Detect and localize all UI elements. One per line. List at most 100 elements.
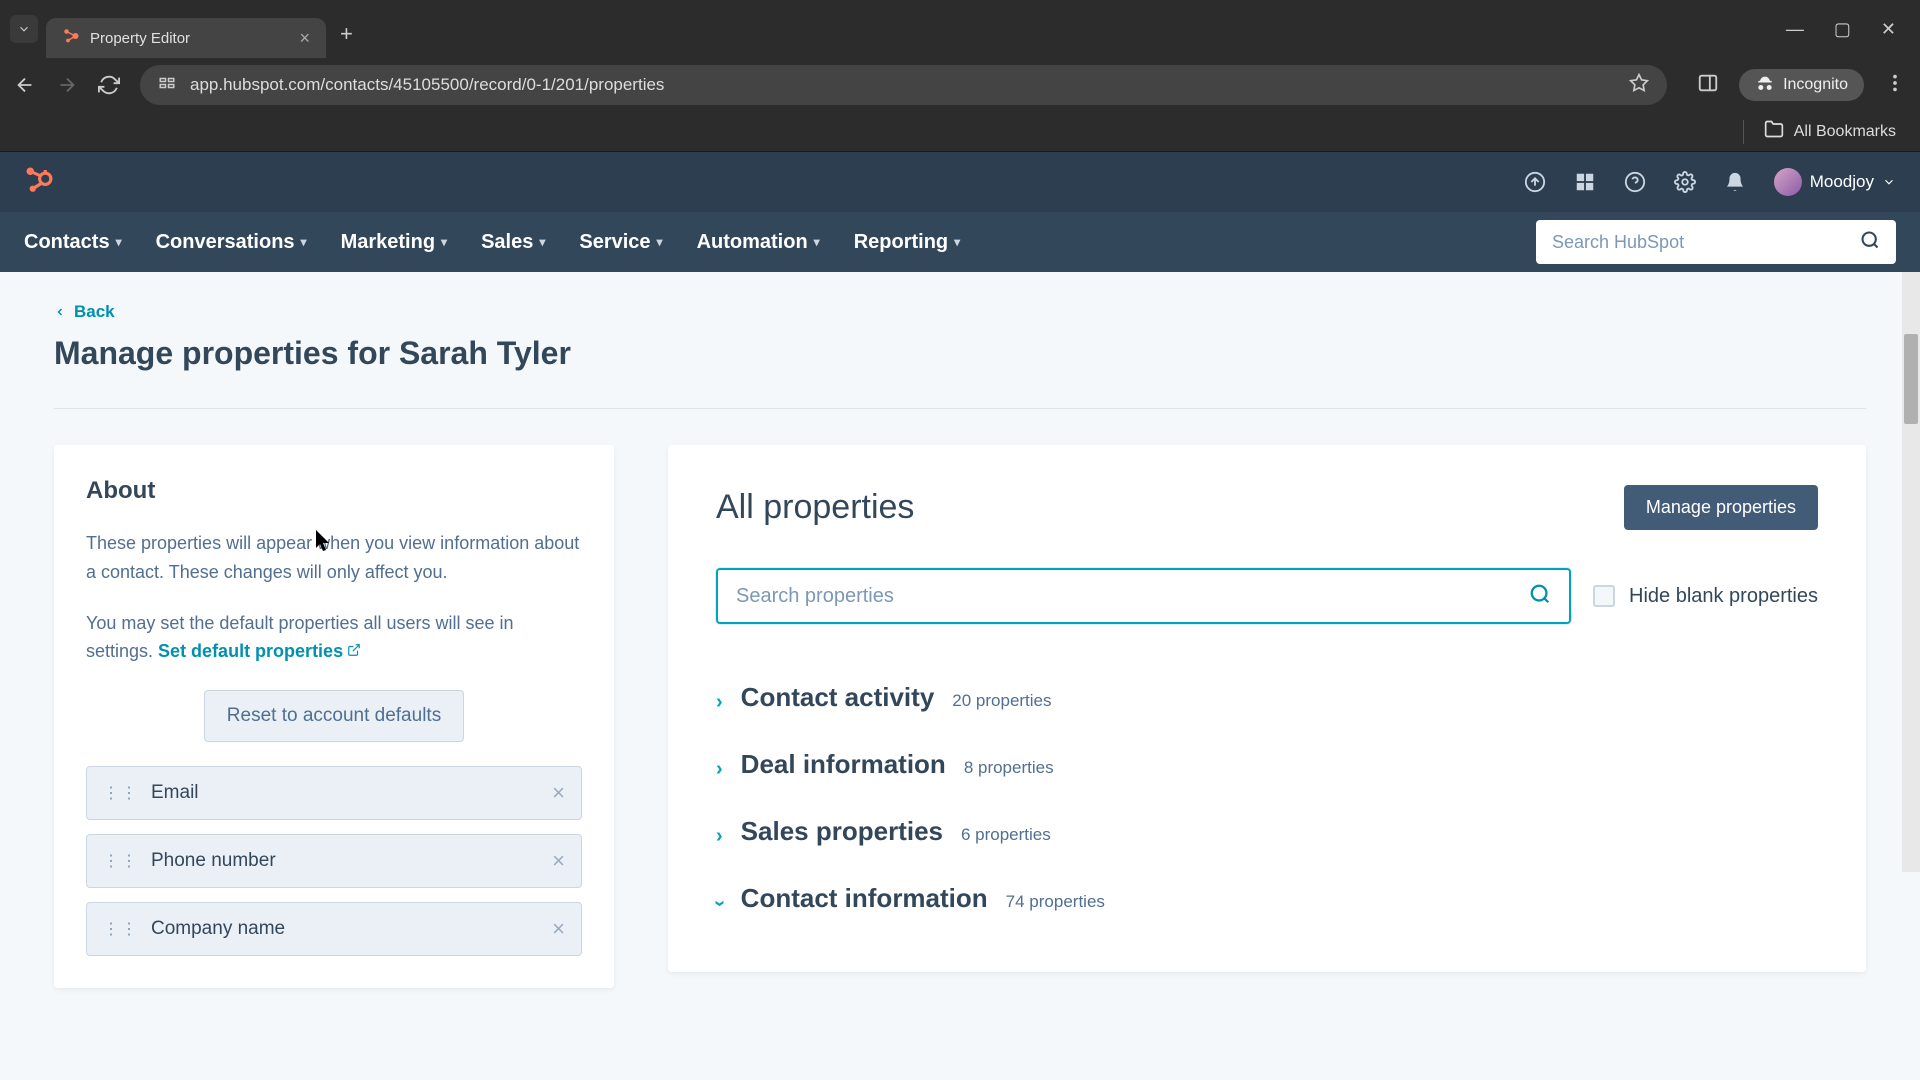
property-group[interactable]: › Contact activity 20 properties [716, 664, 1818, 731]
reload-icon[interactable] [98, 74, 120, 96]
property-label: Phone number [151, 850, 552, 872]
tab-search-button[interactable] [10, 15, 38, 43]
global-search[interactable]: Search HubSpot [1536, 220, 1896, 264]
app-header: Moodjoy [0, 152, 1920, 212]
chevron-down-icon: ▾ [116, 235, 122, 249]
reset-defaults-button[interactable]: Reset to account defaults [204, 690, 464, 742]
chevron-down-icon: ▾ [441, 235, 447, 249]
bookmarks-bar: All Bookmarks [0, 112, 1920, 152]
chevron-right-icon: › [716, 758, 723, 781]
page-content: Back Manage properties for Sarah Tyler A… [0, 272, 1920, 1080]
browser-tab-strip: Property Editor × + — ▢ ✕ [0, 0, 1920, 58]
incognito-label: Incognito [1783, 76, 1848, 94]
side-panel-icon[interactable] [1697, 72, 1719, 99]
search-properties-input-wrapper[interactable] [716, 568, 1571, 624]
search-icon[interactable] [1860, 230, 1880, 255]
minimize-icon[interactable]: — [1786, 19, 1804, 40]
close-tab-icon[interactable]: × [299, 28, 310, 49]
manage-properties-button[interactable]: Manage properties [1624, 485, 1818, 530]
site-settings-icon[interactable] [158, 74, 176, 97]
group-count: 6 properties [961, 825, 1051, 845]
hubspot-favicon-icon [62, 27, 80, 49]
group-count: 74 properties [1006, 892, 1105, 912]
group-count: 8 properties [964, 758, 1054, 778]
nav-sales[interactable]: Sales▾ [481, 231, 545, 254]
chevron-down-icon [1882, 175, 1896, 189]
group-name: Sales properties [741, 816, 943, 847]
back-icon[interactable] [14, 74, 36, 96]
nav-contacts[interactable]: Contacts▾ [24, 231, 122, 254]
all-bookmarks-link[interactable]: All Bookmarks [1794, 123, 1896, 141]
search-properties-input[interactable] [736, 585, 1529, 608]
about-card: About These properties will appear when … [54, 445, 614, 988]
new-tab-button[interactable]: + [340, 21, 353, 47]
property-item[interactable]: ⋮⋮ Phone number × [86, 834, 582, 888]
property-group[interactable]: › Contact information 74 properties [716, 865, 1818, 932]
property-group[interactable]: › Deal information 8 properties [716, 731, 1818, 798]
nav-reporting[interactable]: Reporting▾ [854, 231, 960, 254]
separator [1743, 120, 1744, 144]
main-nav: Contacts▾ Conversations▾ Marketing▾ Sale… [0, 212, 1920, 272]
scrollbar-thumb[interactable] [1904, 334, 1918, 424]
close-window-icon[interactable]: ✕ [1881, 19, 1896, 40]
divider [54, 408, 1866, 409]
property-item[interactable]: ⋮⋮ Email × [86, 766, 582, 820]
remove-property-icon[interactable]: × [552, 780, 565, 806]
all-properties-card: All properties Manage properties Hide bl… [668, 445, 1866, 972]
chevron-down-icon: › [708, 900, 731, 907]
property-item[interactable]: ⋮⋮ Company name × [86, 902, 582, 956]
nav-service[interactable]: Service▾ [579, 231, 662, 254]
tab-title: Property Editor [90, 30, 190, 47]
upgrade-icon[interactable] [1524, 171, 1546, 193]
about-paragraph-1: These properties will appear when you vi… [86, 529, 582, 587]
back-link[interactable]: Back [54, 302, 115, 322]
checkbox-icon[interactable] [1593, 585, 1615, 607]
search-placeholder: Search HubSpot [1552, 232, 1684, 253]
property-group[interactable]: › Sales properties 6 properties [716, 798, 1818, 865]
avatar [1774, 168, 1802, 196]
property-label: Email [151, 782, 552, 804]
remove-property-icon[interactable]: × [552, 848, 565, 874]
about-paragraph-2: You may set the default properties all u… [86, 609, 582, 667]
drag-handle-icon[interactable]: ⋮⋮ [103, 851, 139, 871]
nav-automation[interactable]: Automation▾ [697, 231, 820, 254]
nav-marketing[interactable]: Marketing▾ [341, 231, 448, 254]
all-properties-title: All properties [716, 488, 914, 527]
url-text: app.hubspot.com/contacts/45105500/record… [190, 75, 1615, 95]
drag-handle-icon[interactable]: ⋮⋮ [103, 919, 139, 939]
search-icon[interactable] [1529, 583, 1551, 610]
maximize-icon[interactable]: ▢ [1834, 19, 1851, 40]
folder-icon[interactable] [1764, 119, 1784, 144]
chevron-down-icon: ▾ [657, 235, 663, 249]
browser-tab[interactable]: Property Editor × [46, 18, 326, 58]
bookmark-star-icon[interactable] [1629, 73, 1649, 98]
chevron-down-icon: ▾ [301, 235, 307, 249]
drag-handle-icon[interactable]: ⋮⋮ [103, 783, 139, 803]
settings-icon[interactable] [1674, 171, 1696, 193]
url-bar-row: app.hubspot.com/contacts/45105500/record… [0, 58, 1920, 112]
username: Moodjoy [1810, 172, 1874, 192]
address-bar[interactable]: app.hubspot.com/contacts/45105500/record… [140, 65, 1667, 105]
nav-conversations[interactable]: Conversations▾ [156, 231, 307, 254]
incognito-indicator[interactable]: Incognito [1739, 69, 1864, 101]
external-link-icon [347, 641, 361, 661]
set-default-properties-link[interactable]: Set default properties [158, 641, 361, 661]
remove-property-icon[interactable]: × [552, 916, 565, 942]
notifications-icon[interactable] [1724, 171, 1746, 193]
hubspot-logo-icon[interactable] [24, 165, 54, 200]
group-name: Deal information [741, 749, 946, 780]
page-title: Manage properties for Sarah Tyler [54, 335, 1866, 372]
hide-blank-checkbox[interactable]: Hide blank properties [1593, 585, 1818, 608]
user-menu[interactable]: Moodjoy [1774, 168, 1896, 196]
marketplace-icon[interactable] [1574, 171, 1596, 193]
about-heading: About [86, 477, 582, 505]
group-count: 20 properties [952, 691, 1051, 711]
hide-blank-label: Hide blank properties [1629, 585, 1818, 608]
forward-icon [56, 74, 78, 96]
chevron-down-icon: ▾ [814, 235, 820, 249]
back-label: Back [74, 302, 115, 322]
chevron-right-icon: › [716, 691, 723, 714]
help-icon[interactable] [1624, 171, 1646, 193]
property-label: Company name [151, 918, 552, 940]
browser-menu-icon[interactable] [1884, 72, 1906, 99]
